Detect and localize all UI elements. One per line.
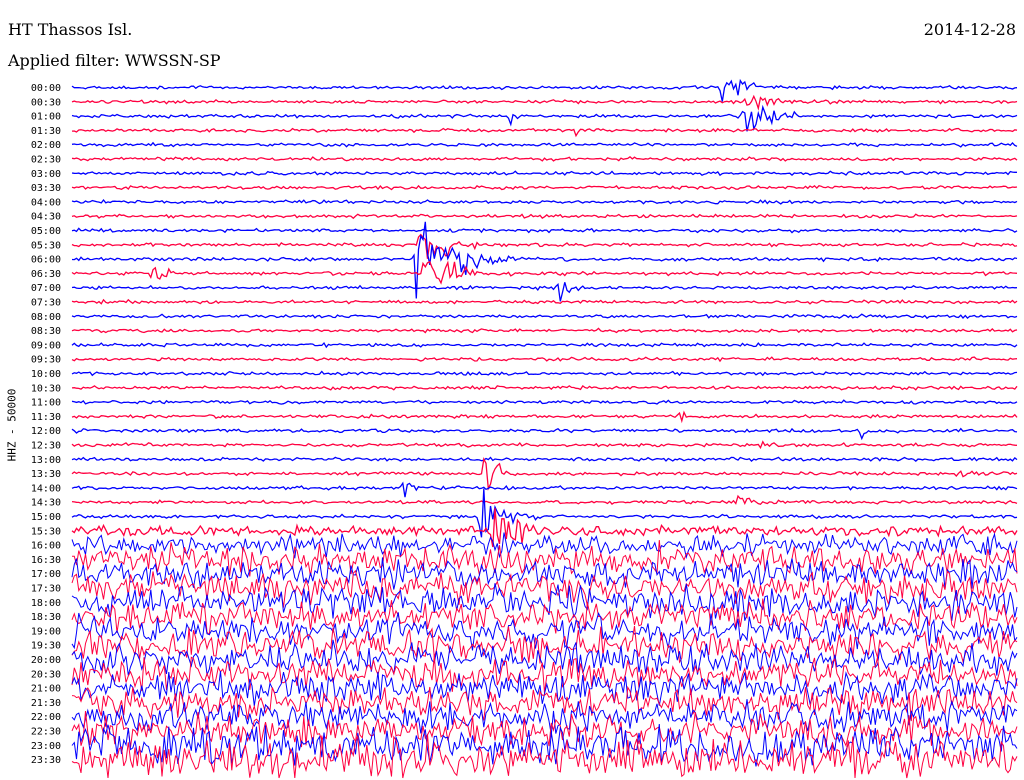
trace-0430 bbox=[71, 213, 1018, 220]
time-label: 17:30 bbox=[31, 584, 61, 595]
time-label: 10:00 bbox=[31, 369, 61, 380]
time-label: 16:30 bbox=[31, 555, 61, 566]
trace-0800 bbox=[71, 313, 1018, 320]
time-label: 01:00 bbox=[31, 112, 61, 123]
trace-0330 bbox=[71, 184, 1018, 191]
trace-1530 bbox=[71, 508, 1018, 548]
time-label: 03:30 bbox=[31, 183, 61, 194]
time-label: 16:00 bbox=[31, 541, 61, 552]
time-label: 19:30 bbox=[31, 641, 61, 652]
time-label: 21:30 bbox=[31, 698, 61, 709]
time-label: 11:00 bbox=[31, 398, 61, 409]
trace-1430 bbox=[71, 494, 1018, 506]
time-label: 08:00 bbox=[31, 312, 61, 323]
trace-2000 bbox=[71, 639, 1018, 677]
time-labels: 00:00 00:30 01:00 01:30 02:00 02:30 03:00 03:30… bbox=[31, 83, 61, 766]
time-label: 00:30 bbox=[31, 97, 61, 108]
trace-0900 bbox=[71, 342, 1018, 349]
time-label: 02:00 bbox=[31, 140, 61, 151]
time-label: 15:30 bbox=[31, 526, 61, 537]
trace-0500 bbox=[71, 227, 1018, 234]
trace-2330 bbox=[71, 734, 1018, 779]
time-label: 05:00 bbox=[31, 226, 61, 237]
time-label: 12:30 bbox=[31, 441, 61, 452]
seismogram-traces bbox=[71, 78, 1018, 779]
time-label: 17:00 bbox=[31, 569, 61, 580]
trace-0530 bbox=[71, 233, 1018, 259]
trace-1600 bbox=[71, 532, 1018, 560]
trace-0300 bbox=[71, 170, 1017, 177]
trace-0100 bbox=[71, 104, 1018, 132]
trace-1130 bbox=[71, 410, 1018, 424]
time-label: 04:30 bbox=[31, 212, 61, 223]
trace-0130 bbox=[71, 127, 1018, 138]
time-label: 09:00 bbox=[31, 340, 61, 351]
time-label: 12:00 bbox=[31, 426, 61, 437]
time-label: 07:00 bbox=[31, 283, 61, 294]
time-label: 22:00 bbox=[31, 712, 61, 723]
trace-1200 bbox=[71, 427, 1018, 441]
time-label: 04:00 bbox=[31, 197, 61, 208]
trace-0730 bbox=[71, 298, 1018, 305]
time-label: 06:00 bbox=[31, 255, 61, 266]
time-label: 09:30 bbox=[31, 355, 61, 366]
time-label: 18:00 bbox=[31, 598, 61, 609]
trace-1030 bbox=[71, 384, 1018, 391]
time-label: 06:30 bbox=[31, 269, 61, 280]
trace-1330 bbox=[71, 457, 1018, 491]
time-label: 08:30 bbox=[31, 326, 61, 337]
time-label: 13:00 bbox=[31, 455, 61, 466]
trace-1100 bbox=[71, 399, 1018, 405]
seismogram-plot: 00:00 00:30 01:00 01:30 02:00 02:30 03:00 03:30… bbox=[31, 78, 1018, 779]
time-label: 05:30 bbox=[31, 240, 61, 251]
trace-1300 bbox=[71, 456, 1018, 463]
time-label: 10:30 bbox=[31, 383, 61, 394]
time-label: 02:30 bbox=[31, 155, 61, 166]
trace-0700 bbox=[71, 282, 1018, 302]
trace-0030 bbox=[71, 94, 1018, 111]
time-label: 18:30 bbox=[31, 612, 61, 623]
time-label: 20:30 bbox=[31, 669, 61, 680]
trace-1400 bbox=[71, 481, 1018, 498]
trace-0400 bbox=[71, 198, 1018, 205]
time-label: 13:30 bbox=[31, 469, 61, 480]
time-label: 20:00 bbox=[31, 655, 61, 666]
time-label: 22:30 bbox=[31, 727, 61, 738]
trace-1230 bbox=[71, 440, 1018, 450]
trace-0230 bbox=[71, 155, 1018, 162]
time-label: 14:00 bbox=[31, 483, 61, 494]
time-label: 14:30 bbox=[31, 498, 61, 509]
trace-0930 bbox=[71, 356, 1018, 363]
time-label: 23:00 bbox=[31, 741, 61, 752]
time-label: 15:00 bbox=[31, 512, 61, 523]
time-label: 11:30 bbox=[31, 412, 61, 423]
time-label: 07:30 bbox=[31, 298, 61, 309]
trace-0630 bbox=[71, 260, 1018, 285]
trace-1830 bbox=[71, 598, 1018, 636]
time-label: 21:00 bbox=[31, 684, 61, 695]
trace-0000 bbox=[71, 78, 1018, 102]
trace-0200 bbox=[71, 141, 1018, 148]
trace-1000 bbox=[71, 370, 1018, 377]
time-label: 03:00 bbox=[31, 169, 61, 180]
time-label: 19:00 bbox=[31, 626, 61, 637]
time-label: 00:00 bbox=[31, 83, 61, 94]
time-label: 01:30 bbox=[31, 126, 61, 137]
trace-0830 bbox=[71, 327, 1018, 334]
time-label: 23:30 bbox=[31, 755, 61, 766]
